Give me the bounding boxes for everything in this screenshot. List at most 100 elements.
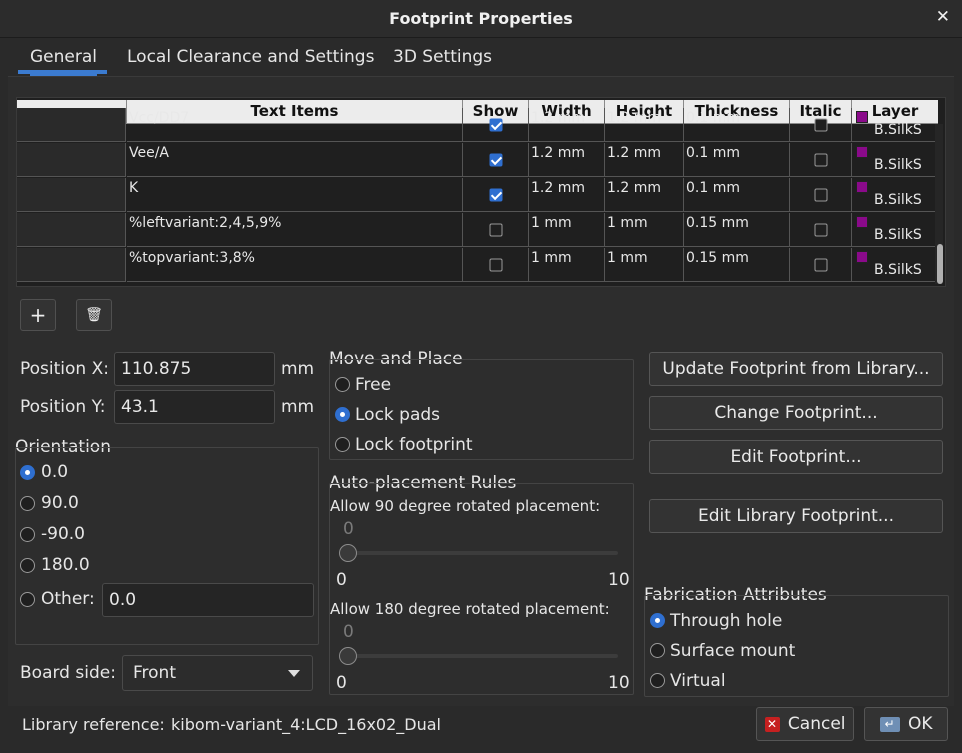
edit-footprint-button[interactable]: Edit Footprint...	[649, 440, 943, 474]
italic-cell[interactable]	[790, 108, 852, 142]
table-row[interactable]: %topvariant:3,8% 1 mm 1 mm 0.15 mm B.Sil…	[17, 248, 938, 283]
italic-cell[interactable]	[790, 178, 852, 212]
move-radio-lock-pads[interactable]	[335, 407, 350, 422]
italic-checkbox[interactable]	[814, 153, 827, 166]
show-checkbox[interactable]	[489, 223, 502, 236]
orientation-option-90[interactable]: 90.0	[41, 493, 79, 513]
height-cell[interactable]: 1.2 mm	[605, 143, 684, 177]
show-checkbox[interactable]	[489, 188, 502, 201]
fab-option-virtual[interactable]: Virtual	[670, 671, 726, 691]
orientation-other-input[interactable]: 0.0	[102, 583, 314, 617]
table-row[interactable]: K 1.2 mm 1.2 mm 0.1 mm B.SilkS	[17, 178, 938, 213]
orientation-option-180[interactable]: 180.0	[41, 555, 90, 575]
italic-checkbox[interactable]	[814, 188, 827, 201]
show-cell[interactable]	[463, 213, 529, 247]
width-cell[interactable]: 1 mm	[529, 248, 605, 282]
tab-3d-settings[interactable]: 3D Settings	[393, 47, 492, 67]
table-row[interactable]: Vee/A 1.2 mm 1.2 mm 0.1 mm B.SilkS	[17, 143, 938, 178]
change-footprint-button[interactable]: Change Footprint...	[649, 396, 943, 430]
italic-cell[interactable]	[790, 248, 852, 282]
layer-cell[interactable]: B.SilkS	[852, 248, 938, 282]
layer-cell[interactable]: B.SilkS	[852, 108, 938, 142]
text-cell[interactable]: Vcc/DD7	[127, 108, 463, 142]
row-header[interactable]	[17, 213, 126, 247]
table-scrollbar-thumb[interactable]	[937, 244, 943, 284]
orientation-radio-other[interactable]	[20, 592, 35, 607]
orientation-radio-0[interactable]	[20, 465, 35, 480]
row-header[interactable]	[17, 178, 126, 212]
rot180-slider-track[interactable]	[340, 654, 618, 658]
thickness-cell[interactable]: 0.15 mm	[684, 213, 790, 247]
show-cell[interactable]	[463, 248, 529, 282]
show-checkbox[interactable]	[489, 118, 502, 131]
show-cell[interactable]	[463, 143, 529, 177]
thickness-cell[interactable]: 0.1 mm	[684, 178, 790, 212]
cancel-button[interactable]: ✕ Cancel	[756, 707, 854, 741]
thickness-cell[interactable]: 0.15 mm	[684, 248, 790, 282]
row-header[interactable]	[17, 248, 126, 282]
add-text-item-button[interactable]: +	[20, 299, 56, 331]
orientation-radio-neg90[interactable]	[20, 527, 35, 542]
fab-radio-through-hole[interactable]	[650, 613, 665, 628]
text-cell[interactable]: Vee/A	[127, 143, 463, 177]
italic-checkbox[interactable]	[814, 258, 827, 271]
title-bar: Footprint Properties ✕	[0, 0, 962, 38]
show-cell[interactable]	[463, 108, 529, 142]
table-row[interactable]: %leftvariant:2,4,5,9% 1 mm 1 mm 0.15 mm …	[17, 213, 938, 248]
width-cell[interactable]: 1 mm	[529, 213, 605, 247]
show-checkbox[interactable]	[489, 258, 502, 271]
orientation-radio-180[interactable]	[20, 558, 35, 573]
layer-name: B.SilkS	[874, 122, 922, 138]
text-cell[interactable]: %topvariant:3,8%	[127, 248, 463, 282]
move-radio-free[interactable]	[335, 377, 350, 392]
fab-radio-virtual[interactable]	[650, 673, 665, 688]
ok-button[interactable]: ↵ OK	[864, 707, 948, 741]
rot90-slider-handle[interactable]	[339, 544, 357, 562]
fab-option-surface-mount[interactable]: Surface mount	[670, 641, 795, 661]
orientation-option-neg90[interactable]: -90.0	[41, 524, 85, 544]
show-cell[interactable]	[463, 178, 529, 212]
close-icon[interactable]: ✕	[936, 7, 950, 27]
text-cell[interactable]: K	[127, 178, 463, 212]
update-from-library-button[interactable]: Update Footprint from Library...	[649, 352, 943, 386]
tab-local-clearance[interactable]: Local Clearance and Settings	[127, 47, 374, 67]
move-radio-lock-footprint[interactable]	[335, 437, 350, 452]
width-cell[interactable]: 1.2 mm	[529, 108, 605, 142]
height-cell[interactable]: 1.2 mm	[605, 108, 684, 142]
italic-checkbox[interactable]	[814, 223, 827, 236]
layer-cell[interactable]: B.SilkS	[852, 213, 938, 247]
italic-cell[interactable]	[790, 213, 852, 247]
italic-cell[interactable]	[790, 143, 852, 177]
move-option-free[interactable]: Free	[355, 375, 391, 395]
fab-option-through-hole[interactable]: Through hole	[670, 611, 782, 631]
row-header[interactable]	[17, 108, 126, 142]
thickness-cell[interactable]: 0.1 mm	[684, 108, 790, 142]
orientation-option-other[interactable]: Other:	[41, 589, 95, 609]
edit-library-footprint-button[interactable]: Edit Library Footprint...	[649, 499, 943, 533]
layer-cell[interactable]: B.SilkS	[852, 143, 938, 177]
rot180-slider-handle[interactable]	[339, 647, 357, 665]
position-x-input[interactable]: 110.875	[114, 352, 275, 386]
height-cell[interactable]: 1.2 mm	[605, 178, 684, 212]
delete-text-item-button[interactable]: 🗑	[76, 299, 112, 331]
row-header[interactable]	[17, 143, 126, 177]
move-option-lock-pads[interactable]: Lock pads	[355, 405, 440, 425]
fab-radio-surface-mount[interactable]	[650, 643, 665, 658]
orientation-option-0[interactable]: 0.0	[41, 462, 68, 482]
height-cell[interactable]: 1 mm	[605, 213, 684, 247]
table-row[interactable]: Vcc/DD7 1.2 mm 1.2 mm 0.1 mm B.SilkS	[17, 108, 938, 143]
width-cell[interactable]: 1.2 mm	[529, 178, 605, 212]
height-cell[interactable]: 1 mm	[605, 248, 684, 282]
table-scrollbar[interactable]	[935, 124, 943, 284]
show-checkbox[interactable]	[489, 153, 502, 166]
board-side-select[interactable]: Front	[122, 655, 313, 691]
thickness-cell[interactable]: 0.1 mm	[684, 143, 790, 177]
italic-checkbox[interactable]	[814, 118, 827, 131]
move-option-lock-footprint[interactable]: Lock footprint	[355, 435, 473, 455]
orientation-radio-90[interactable]	[20, 496, 35, 511]
width-cell[interactable]: 1.2 mm	[529, 143, 605, 177]
text-cell[interactable]: %leftvariant:2,4,5,9%	[127, 213, 463, 247]
layer-cell[interactable]: B.SilkS	[852, 178, 938, 212]
rot90-slider-track[interactable]	[340, 551, 618, 555]
position-y-input[interactable]: 43.1	[114, 390, 275, 424]
